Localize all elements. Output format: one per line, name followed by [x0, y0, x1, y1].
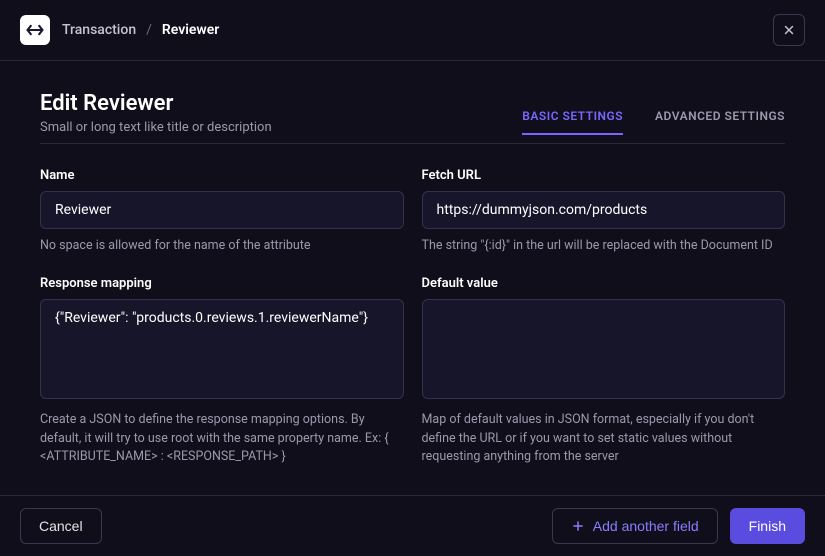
breadcrumb: Transaction / Reviewer	[20, 15, 219, 45]
response-mapping-label: Response mapping	[40, 276, 404, 291]
field-fetch-url: Fetch URL The string "{:id}" in the url …	[422, 168, 786, 256]
add-another-field-label: Add another field	[593, 518, 699, 534]
default-value-input[interactable]	[422, 299, 786, 399]
title-row: Edit Reviewer Small or long text like ti…	[40, 91, 785, 144]
header: Transaction / Reviewer	[0, 0, 825, 61]
form-grid: Name No space is allowed for the name of…	[40, 168, 785, 467]
breadcrumb-separator: /	[146, 22, 152, 38]
response-mapping-input[interactable]: {"Reviewer": "products.0.reviews.1.revie…	[40, 299, 404, 399]
app-logo-icon	[20, 15, 50, 45]
cancel-button[interactable]: Cancel	[20, 508, 102, 544]
field-response-mapping: Response mapping {"Reviewer": "products.…	[40, 276, 404, 467]
close-button[interactable]	[773, 14, 805, 46]
close-icon	[782, 23, 796, 37]
name-help: No space is allowed for the name of the …	[40, 237, 404, 256]
page-subtitle: Small or long text like title or descrip…	[40, 120, 272, 135]
fetch-url-input[interactable]	[422, 191, 786, 229]
tab-basic-settings[interactable]: BASIC SETTINGS	[522, 109, 623, 135]
name-label: Name	[40, 168, 404, 183]
field-default-value: Default value Map of default values in J…	[422, 276, 786, 467]
footer: Cancel Add another field Finish	[0, 495, 825, 556]
title-block: Edit Reviewer Small or long text like ti…	[40, 91, 272, 135]
tab-advanced-settings[interactable]: ADVANCED SETTINGS	[655, 109, 785, 135]
response-mapping-help: Create a JSON to define the response map…	[40, 411, 404, 467]
breadcrumb-reviewer: Reviewer	[162, 22, 219, 38]
footer-right: Add another field Finish	[552, 508, 805, 544]
name-input[interactable]	[40, 191, 404, 229]
default-value-label: Default value	[422, 276, 786, 291]
field-name: Name No space is allowed for the name of…	[40, 168, 404, 256]
default-value-help: Map of default values in JSON format, es…	[422, 411, 786, 467]
fetch-url-help: The string "{:id}" in the url will be re…	[422, 237, 786, 256]
breadcrumb-transaction[interactable]: Transaction	[62, 22, 136, 38]
page-title: Edit Reviewer	[40, 91, 272, 116]
fetch-url-label: Fetch URL	[422, 168, 786, 183]
plus-icon	[571, 519, 585, 533]
finish-button[interactable]: Finish	[730, 508, 805, 544]
add-another-field-button[interactable]: Add another field	[552, 508, 718, 544]
main-content: Edit Reviewer Small or long text like ti…	[0, 61, 825, 467]
tabs: BASIC SETTINGS ADVANCED SETTINGS	[522, 109, 785, 135]
